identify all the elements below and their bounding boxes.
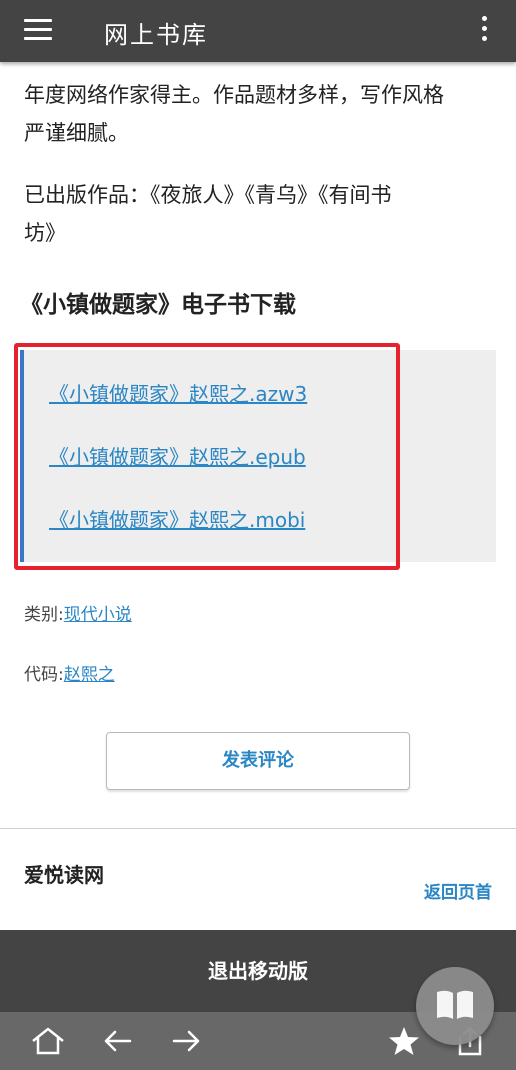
arrow-right-icon[interactable]	[168, 1024, 204, 1058]
home-icon[interactable]	[30, 1024, 66, 1058]
back-to-top-link[interactable]: 返回页首	[424, 878, 492, 903]
category-link[interactable]: 现代小说	[64, 605, 132, 625]
category-meta: 类别:现代小说	[24, 600, 132, 625]
category-label: 类别:	[24, 605, 64, 625]
download-section-title: 《小镇做题家》电子书下载	[20, 292, 296, 318]
footer-divider	[0, 828, 516, 829]
download-link-azw3[interactable]: 《小镇做题家》赵熙之.azw3	[49, 378, 307, 407]
author-intro-line2: 严谨细腻。	[24, 121, 129, 145]
post-comment-button[interactable]: 发表评论	[106, 732, 410, 790]
download-link-epub[interactable]: 《小镇做题家》赵熙之.epub	[49, 441, 306, 470]
code-label: 代码:	[24, 665, 64, 685]
app-title: 网上书库	[104, 21, 208, 49]
reader-mode-button[interactable]	[416, 967, 494, 1045]
published-works-line1: 已出版作品：《夜旅人》《青乌》《有间书	[24, 183, 392, 207]
more-vertical-icon[interactable]	[476, 14, 492, 44]
book-icon	[437, 990, 473, 1019]
app-bar: 网上书库	[0, 0, 516, 62]
published-works-line2: 坊》	[24, 221, 66, 245]
arrow-left-icon[interactable]	[100, 1024, 136, 1058]
menu-icon[interactable]	[24, 17, 54, 43]
download-link-mobi[interactable]: 《小镇做题家》赵熙之.mobi	[49, 504, 305, 533]
code-link[interactable]: 赵熙之	[64, 665, 115, 685]
footer-brand: 爱悦读网	[24, 863, 104, 887]
page: 网上书库 年度网络作家得主。作品题材多样，写作风格 严谨细腻。 已出版作品：《夜…	[0, 0, 516, 1070]
author-intro-line1: 年度网络作家得主。作品题材多样，写作风格	[24, 83, 444, 107]
code-meta: 代码:赵熙之	[24, 660, 115, 685]
